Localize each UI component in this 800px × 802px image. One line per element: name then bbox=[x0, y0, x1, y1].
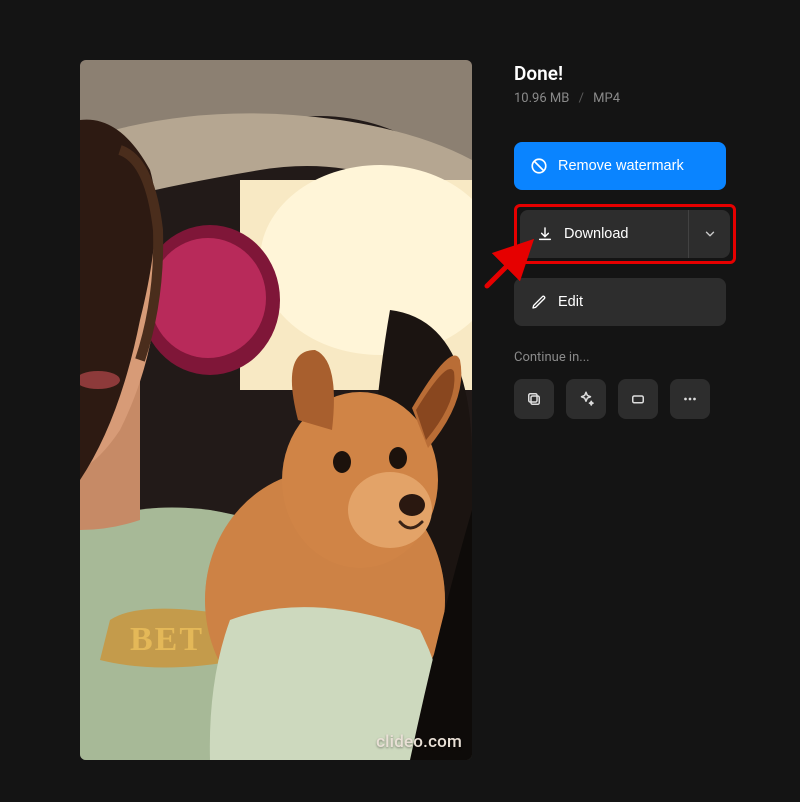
crop-icon bbox=[629, 390, 647, 408]
file-size: 10.96 MB bbox=[514, 91, 569, 106]
status-title: Done! bbox=[514, 62, 750, 85]
download-options-toggle[interactable] bbox=[688, 210, 730, 258]
file-format: MP4 bbox=[593, 91, 620, 106]
chevron-down-icon bbox=[703, 227, 717, 241]
video-preview[interactable]: BET bbox=[80, 60, 472, 760]
meta-separator: / bbox=[579, 91, 584, 106]
copy-icon bbox=[525, 390, 543, 408]
download-button[interactable]: Download bbox=[520, 210, 730, 258]
edit-label: Edit bbox=[558, 294, 583, 310]
svg-text:BET: BET bbox=[130, 621, 204, 658]
tool-crop-button[interactable] bbox=[618, 379, 658, 419]
pencil-icon bbox=[530, 293, 548, 311]
sparkle-icon bbox=[577, 390, 595, 408]
tool-copy-button[interactable] bbox=[514, 379, 554, 419]
more-icon bbox=[681, 390, 699, 408]
tool-more-button[interactable] bbox=[670, 379, 710, 419]
file-meta: 10.96 MB / MP4 bbox=[514, 91, 750, 106]
edit-button[interactable]: Edit bbox=[514, 278, 726, 326]
remove-watermark-label: Remove watermark bbox=[558, 158, 684, 174]
continue-in-label: Continue in... bbox=[514, 350, 750, 365]
prohibit-icon bbox=[530, 157, 548, 175]
download-icon bbox=[536, 225, 554, 243]
result-sidebar: Done! 10.96 MB / MP4 Remove watermark bbox=[514, 60, 750, 802]
watermark-text: clideo.com bbox=[376, 732, 462, 752]
remove-watermark-button[interactable]: Remove watermark bbox=[514, 142, 726, 190]
continue-tools-row bbox=[514, 379, 750, 419]
download-highlight: Download bbox=[514, 204, 736, 264]
tool-sparkle-button[interactable] bbox=[566, 379, 606, 419]
download-label: Download bbox=[564, 226, 629, 242]
